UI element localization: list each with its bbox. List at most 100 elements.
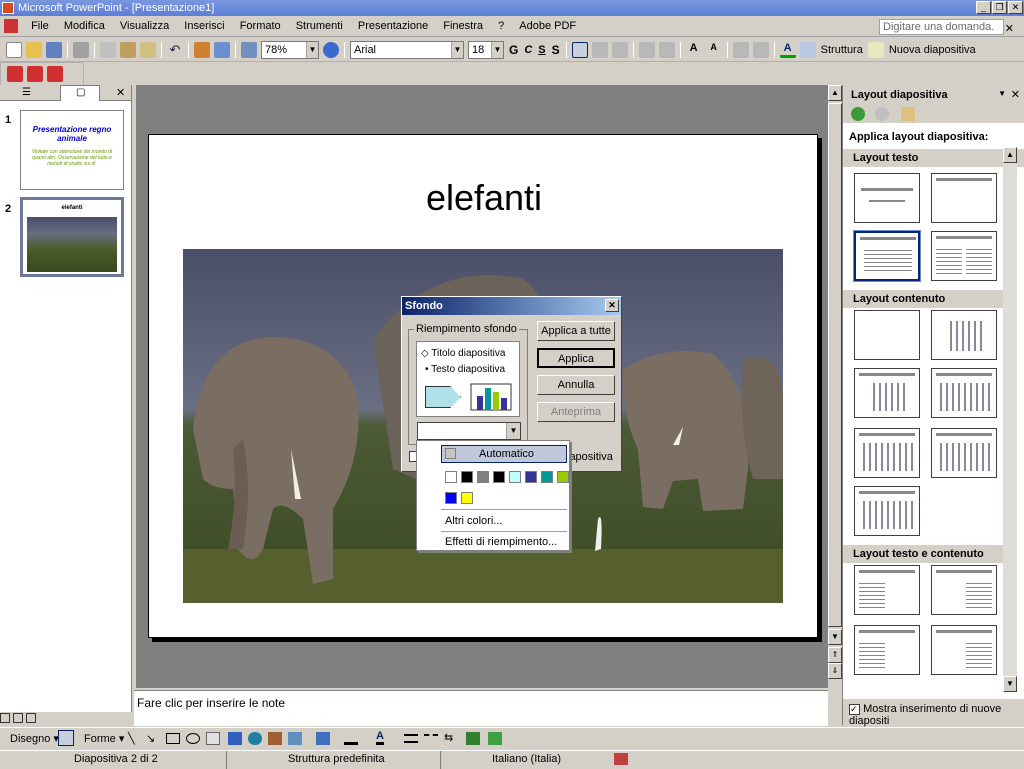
chevron-down-icon[interactable]: ▼ [506,423,520,439]
dialog-close-button[interactable]: ✕ [605,299,619,312]
scroll-thumb[interactable] [828,103,842,627]
preview-button[interactable]: Anteprima [537,402,615,422]
scroll-down-icon[interactable]: ▼ [1003,676,1017,692]
menu-finestra[interactable]: Finestra [437,17,489,35]
slideshow-view-icon[interactable] [25,713,36,723]
layout-text-content[interactable] [854,565,920,615]
fill-color-icon[interactable] [316,732,330,745]
pdf-email-icon[interactable] [27,66,43,82]
minimize-button[interactable]: _ [976,1,991,14]
more-colors-option[interactable]: Altri colori... [445,515,502,527]
3d-style-icon[interactable] [488,732,502,745]
close-icon[interactable]: ✕ [1011,88,1020,101]
layout-title-content-2[interactable] [854,428,920,478]
layout-four-content[interactable] [854,486,920,536]
chevron-down-icon[interactable]: ▼ [491,41,503,58]
color-swatch[interactable] [461,471,473,483]
outline-button[interactable]: Struttura [821,44,863,56]
layout-title-text[interactable] [853,230,921,282]
bullet-list-icon[interactable] [658,41,675,58]
layout-blank[interactable] [854,310,920,360]
color-swatch[interactable] [509,471,521,483]
picture-icon[interactable] [288,732,302,745]
task-pane-title[interactable]: Layout diapositiva [843,85,1024,105]
scroll-up-icon[interactable]: ▲ [828,85,842,101]
paste-icon[interactable] [120,41,136,58]
color-swatch[interactable] [445,471,457,483]
menu-modifica[interactable]: Modifica [58,17,111,35]
layout-content-text[interactable] [931,565,997,615]
cut-icon[interactable] [100,41,116,58]
layout-title-two-content[interactable] [931,368,997,418]
align-center-icon[interactable] [591,41,608,58]
color-swatch[interactable] [493,471,505,483]
sorter-view-icon[interactable] [12,713,23,723]
color-swatch[interactable] [541,471,553,483]
color-swatch[interactable] [525,471,537,483]
new-slide-icon[interactable] [867,41,884,58]
numbered-list-icon[interactable] [638,41,655,58]
layout-title-four-content[interactable] [931,428,997,478]
spelling-icon[interactable] [614,753,628,765]
format-painter-icon[interactable] [140,41,156,58]
shapes-menu-button[interactable]: Forme ▾ [84,732,124,745]
close-doc-icon[interactable]: ✕ [999,19,1020,38]
layout-two-columns[interactable] [931,231,997,281]
print-icon[interactable] [73,41,89,58]
underline-button[interactable]: S [538,44,545,56]
shadow-button[interactable]: S [552,43,560,57]
rectangle-icon[interactable] [166,733,180,744]
layout-title-only[interactable] [931,173,997,223]
decrease-indent-icon[interactable] [732,41,749,58]
color-swatch[interactable] [461,492,473,504]
decrease-font-icon[interactable]: A [706,42,722,58]
apply-all-button[interactable]: Applica a tutte [537,321,615,341]
insert-table-icon[interactable] [214,41,230,58]
italic-button[interactable]: C [524,44,532,56]
scroll-up-icon[interactable]: ▲ [1003,147,1017,163]
font-size-combo[interactable]: 18 ▼ [468,40,504,59]
color-swatch[interactable] [477,471,489,483]
increase-indent-icon[interactable] [752,41,769,58]
menu-presentazione[interactable]: Presentazione [352,17,434,35]
help-search-input[interactable]: Digitare una domanda. [879,19,1004,35]
task-pane-scrollbar[interactable]: ▲ ▼ [1003,147,1017,692]
menu-formato[interactable]: Formato [234,17,287,35]
menu-inserisci[interactable]: Inserisci [178,17,230,35]
scroll-down-icon[interactable]: ▼ [828,629,842,645]
draw-menu-button[interactable]: Disegno ▾ [10,732,59,745]
arrow-icon[interactable]: ↘ [146,732,155,745]
color-swatch[interactable] [445,492,457,504]
powerpoint-app-icon[interactable] [2,2,14,14]
back-icon[interactable] [851,107,865,121]
insert-chart-icon[interactable] [194,41,210,58]
line-style-icon[interactable] [404,734,418,743]
layout-text-two-content[interactable] [854,625,920,675]
menu-adobe-pdf[interactable]: Adobe PDF [513,17,582,35]
align-left-icon[interactable] [571,41,588,58]
vertical-scrollbar[interactable]: ▲ ▼ ⇑ ⇓ [828,85,842,726]
textbox-icon[interactable] [206,732,220,745]
chevron-down-icon[interactable]: ▼ [306,41,318,58]
text-color-icon[interactable]: A [376,730,384,745]
line-color-icon[interactable] [344,732,358,745]
help-icon[interactable] [323,41,339,58]
layout-title-content[interactable] [854,368,920,418]
shadow-style-icon[interactable] [466,732,480,745]
next-slide-icon[interactable]: ⇓ [828,663,842,679]
new-icon[interactable] [6,41,22,58]
chevron-down-icon[interactable]: ▼ [451,41,463,58]
menu-file[interactable]: File [25,17,55,35]
pdf-review-icon[interactable] [47,66,63,82]
chevron-down-icon[interactable]: ▼ [998,89,1006,98]
show-on-insert-checkbox[interactable]: ✓ [849,703,860,715]
menu-help[interactable]: ? [492,17,510,35]
oval-icon[interactable] [186,733,200,744]
line-icon[interactable]: ╲ [128,732,135,745]
layout-content[interactable] [931,310,997,360]
font-combo[interactable]: Arial ▼ [350,40,464,59]
fill-color-combo[interactable]: ▼ [417,422,521,440]
slide-title[interactable]: elefanti [149,177,819,219]
dash-style-icon[interactable] [424,734,438,743]
close-button[interactable]: ✕ [1008,1,1023,14]
